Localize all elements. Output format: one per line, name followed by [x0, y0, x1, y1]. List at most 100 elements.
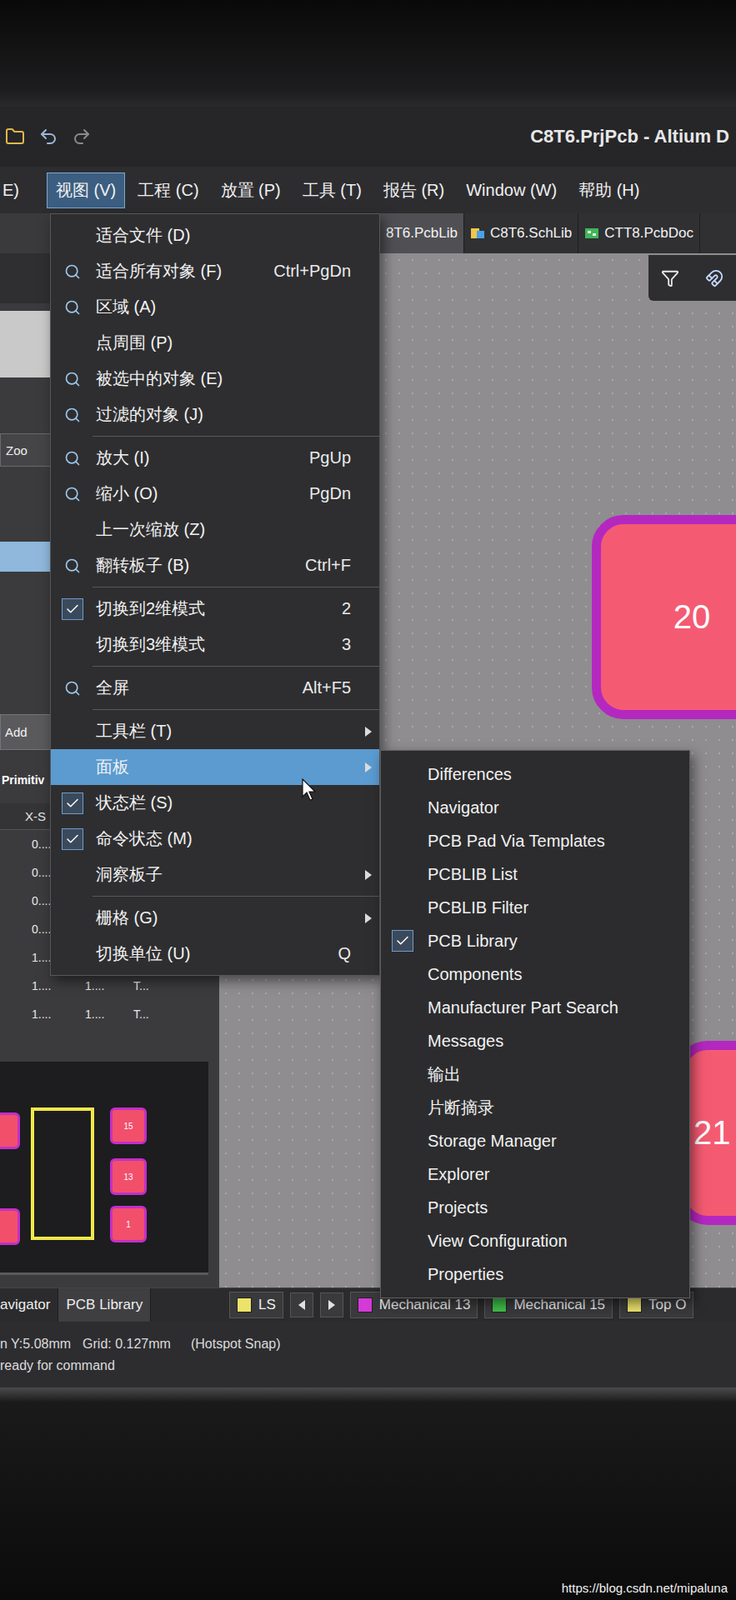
- menu-item[interactable]: 放大 (I)PgUp: [50, 440, 380, 476]
- menu-bar-item[interactable]: Window (W): [456, 174, 566, 207]
- submenu-item[interactable]: Messages: [380, 1024, 690, 1058]
- panel-tabs: avigatorPCB Library: [0, 1288, 220, 1322]
- right-arrow-icon: [327, 1300, 336, 1311]
- menu-item[interactable]: 过滤的对象 (J): [50, 396, 380, 433]
- submenu-item[interactable]: PCBLIB Filter: [380, 891, 690, 925]
- menu-item[interactable]: 切换单位 (U)Q: [50, 936, 380, 972]
- check-icon: [65, 601, 81, 617]
- status-bar: n Y:5.08mmGrid: 0.127mm(Hotspot Snap)rea…: [0, 1321, 736, 1388]
- check-box: [61, 792, 84, 815]
- document-tab[interactable]: CTT8.PcbDoc: [578, 213, 701, 254]
- table-row[interactable]: 1....1....T...: [0, 971, 220, 1001]
- quick-access: [5, 126, 92, 147]
- submenu-item[interactable]: Navigator: [380, 791, 690, 825]
- layer-color-swatch: [626, 1297, 642, 1313]
- layer-color-swatch: [357, 1297, 373, 1313]
- shortcut: Alt+F5: [294, 678, 351, 698]
- menu-icon-cell: [55, 263, 90, 281]
- submenu-item[interactable]: PCB Pad Via Templates: [380, 824, 690, 858]
- submenu-item[interactable]: Storage Manager: [380, 1124, 690, 1158]
- view-icon: [64, 557, 81, 575]
- submenu-item[interactable]: Properties: [380, 1257, 690, 1292]
- menu-item[interactable]: 洞察板子: [50, 856, 380, 893]
- menu-bar-item[interactable]: E): [0, 174, 44, 207]
- menu-item[interactable]: 适合所有对象 (F)Ctrl+PgDn: [50, 253, 380, 290]
- menu-item[interactable]: 状态栏 (S): [50, 785, 380, 822]
- folder-icon[interactable]: [5, 126, 26, 147]
- shortcut: Q: [329, 944, 351, 964]
- scroll-left-button[interactable]: [290, 1292, 314, 1318]
- submenu-item[interactable]: View Configuration: [380, 1224, 690, 1258]
- schlib-icon: [470, 225, 486, 241]
- pcbdoc-icon: [584, 225, 600, 241]
- menu-icon-cell: [55, 828, 90, 851]
- menu-bar-item[interactable]: 工具 (T): [293, 172, 371, 209]
- menu-icon-cell: [55, 485, 90, 503]
- menu-bar-item[interactable]: 报告 (R): [374, 172, 454, 209]
- view-icon: [64, 406, 81, 424]
- scroll-right-button[interactable]: [320, 1292, 344, 1318]
- menu-item[interactable]: 切换到3维模式3: [50, 626, 380, 663]
- pad[interactable]: 20: [591, 515, 736, 720]
- submenu-item[interactable]: Differences: [380, 757, 690, 792]
- menu-bar-item[interactable]: 帮助 (H): [569, 172, 649, 209]
- menu-bar-item[interactable]: 视图 (V): [46, 172, 126, 209]
- document-tab[interactable]: 8T6.PcbLib: [380, 213, 465, 254]
- magnet-icon[interactable]: [705, 269, 724, 288]
- submenu-arrow-icon: [365, 762, 372, 773]
- table-cell: 1....: [31, 1007, 86, 1022]
- snap-mode: (Hotspot Snap): [190, 1336, 281, 1352]
- silkscreen-outline: [30, 1107, 95, 1241]
- window-title: C8T6.PrjPcb - Altium D: [530, 120, 730, 153]
- menu-item[interactable]: 上一次缩放 (Z): [50, 511, 380, 548]
- panel-tab[interactable]: avigator: [0, 1288, 59, 1322]
- mouse-cursor-icon: [301, 778, 319, 802]
- menu-bar-item[interactable]: 工程 (C): [128, 172, 208, 209]
- view-icon: [64, 680, 81, 697]
- undo-icon[interactable]: [38, 126, 59, 147]
- menu-item[interactable]: 全屏Alt+F5: [50, 670, 380, 706]
- check-box: [61, 598, 84, 621]
- menu-item[interactable]: 面板: [50, 749, 380, 786]
- menu-separator: [50, 583, 380, 591]
- menu-bar: E)视图 (V)工程 (C)放置 (P)工具 (T)报告 (R)Window (…: [0, 166, 736, 214]
- layer-tab[interactable]: LS: [229, 1291, 284, 1319]
- menu-item[interactable]: 适合文件 (D): [50, 217, 380, 254]
- canvas-toolbar: [648, 255, 736, 301]
- left-arrow-icon: [297, 1300, 306, 1311]
- shortcut: 2: [333, 599, 351, 619]
- watermark: https://blog.csdn.net/mipaluna: [561, 1581, 728, 1596]
- menu-item[interactable]: 栅格 (G): [50, 900, 380, 937]
- menu-item[interactable]: 翻转板子 (B)Ctrl+F: [50, 547, 380, 584]
- submenu-item[interactable]: Components: [380, 957, 690, 992]
- grid-size: Grid: 0.127mm: [82, 1336, 171, 1352]
- table-cell: T...: [133, 979, 184, 993]
- menu-item[interactable]: 区域 (A): [50, 289, 380, 326]
- submenu-item[interactable]: PCBLIB List: [380, 857, 690, 892]
- menu-item[interactable]: 缩小 (O)PgDn: [50, 475, 380, 512]
- filter-icon[interactable]: [660, 269, 680, 288]
- menu-item[interactable]: 命令状态 (M): [50, 821, 380, 857]
- redo-icon[interactable]: [71, 126, 92, 147]
- menu-item[interactable]: 工具栏 (T): [50, 713, 380, 750]
- submenu-item[interactable]: 片断摘录: [380, 1091, 690, 1125]
- table-row[interactable]: 1....1....T...: [0, 1000, 220, 1029]
- menu-icon-cell: [55, 450, 90, 467]
- submenu-item[interactable]: 输出: [380, 1057, 690, 1092]
- menu-icon-cell: [55, 598, 90, 621]
- submenu-item[interactable]: Projects: [380, 1191, 690, 1225]
- document-tab[interactable]: C8T6.SchLib: [464, 213, 579, 254]
- menu-icon-cell: [55, 792, 90, 815]
- check-box: [391, 930, 414, 952]
- submenu-item[interactable]: Manufacturer Part Search: [380, 991, 690, 1025]
- menu-item[interactable]: 点周围 (P): [50, 325, 380, 361]
- menu-item[interactable]: 被选中的对象 (E): [50, 360, 380, 397]
- status-message: ready for command: [0, 1358, 116, 1374]
- menu-bar-item[interactable]: 放置 (P): [211, 172, 291, 209]
- menu-item[interactable]: 切换到2维模式2: [50, 590, 380, 627]
- menu-icon-cell: [55, 299, 90, 316]
- submenu-item[interactable]: Explorer: [380, 1157, 690, 1192]
- monitor-bezel: https://blog.csdn.net/mipaluna: [0, 1387, 736, 1600]
- panel-tab[interactable]: PCB Library: [58, 1288, 151, 1322]
- submenu-item[interactable]: PCB Library: [380, 924, 690, 958]
